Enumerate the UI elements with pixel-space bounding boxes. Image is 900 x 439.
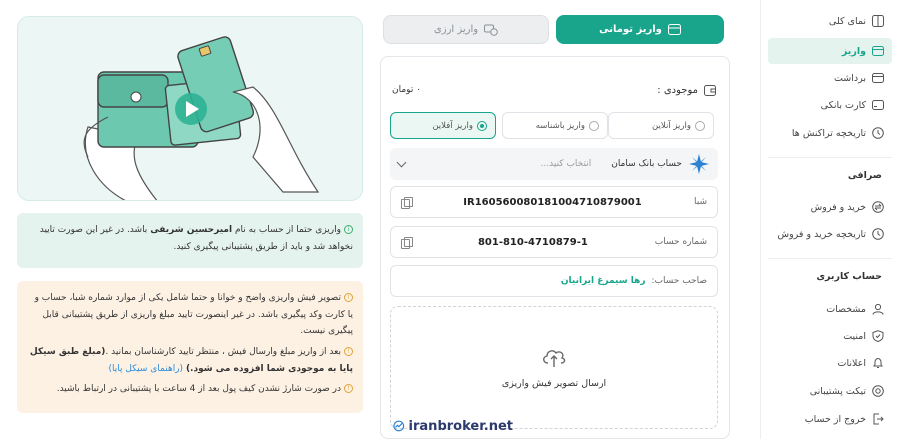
wallet-icon bbox=[704, 84, 716, 96]
sidebar-label: کارت بانکی bbox=[820, 99, 866, 111]
bank-placeholder: انتخاب کنید... bbox=[540, 159, 592, 169]
sidebar-item-withdraw[interactable]: برداشت bbox=[768, 65, 892, 91]
guideline-3: !در صورت شارژ نشدن کیف پول بعد از 4 ساعت… bbox=[27, 381, 353, 398]
sidebar-label: خرید و فروش bbox=[810, 201, 866, 213]
guideline-1: !تصویر فیش واریزی واضح و خوانا و حتما شا… bbox=[27, 290, 353, 340]
account-owner-notice: iواریزی حتما از حساب به نام امیرحسین شری… bbox=[17, 213, 363, 268]
balance-row: موجودی : ۰ تومان bbox=[392, 82, 716, 98]
sidebar-label: خروج از حساب bbox=[804, 413, 866, 425]
tab-crypto-label: واریز ارزی bbox=[433, 24, 479, 35]
guideline-3-text: در صورت شارژ نشدن کیف پول بعد از 4 ساعت … bbox=[56, 384, 341, 395]
sidebar-item-trade-history[interactable]: تاریخچه خرید و فروش bbox=[768, 221, 892, 247]
sidebar-label: تاریخچه تراکنش ها bbox=[791, 127, 866, 139]
account-value: 801-810-4710879-1 bbox=[477, 236, 588, 248]
method-id-label: واریز باشناسه bbox=[535, 120, 585, 131]
bank-card-icon bbox=[872, 100, 884, 110]
bank-select[interactable]: حساب بانک سامان انتخاب کنید... bbox=[390, 148, 718, 180]
method-online[interactable]: واریز آنلاین bbox=[608, 112, 714, 139]
sidebar-label: واریز bbox=[841, 45, 866, 57]
method-id-deposit[interactable]: واریز باشناسه bbox=[502, 112, 608, 139]
copy-icon[interactable] bbox=[401, 196, 414, 209]
notice-name: امیرحسین شریفی bbox=[150, 225, 233, 235]
radio-online[interactable] bbox=[695, 120, 705, 131]
balance-label: موجودی : bbox=[657, 84, 698, 96]
sheba-value: IR160560080181004710879001 bbox=[463, 196, 642, 208]
receipt-upload[interactable]: ارسال تصویر فیش واریزی bbox=[390, 306, 718, 429]
brand-watermark: iranbroker.net bbox=[393, 415, 513, 437]
sidebar-label: تاریخچه خرید و فروش bbox=[777, 228, 867, 240]
guideline-2-text: بعد از واریز مبلغ وارسال فیش ، منتظر تای… bbox=[105, 346, 341, 357]
tab-crypto-deposit[interactable]: واریز ارزی bbox=[383, 15, 549, 44]
sidebar-item-transactions[interactable]: تاریخچه تراکنش ها bbox=[768, 120, 892, 146]
guideline-2: !بعد از واریز مبلغ وارسال فیش ، منتظر تا… bbox=[27, 344, 353, 377]
sheba-label: شبا bbox=[694, 197, 707, 207]
logout-icon bbox=[873, 413, 884, 425]
exchange-icon bbox=[484, 24, 498, 36]
balance-value: ۰ تومان bbox=[392, 85, 422, 95]
sidebar-label: تیکت پشتیبانی bbox=[809, 385, 866, 397]
card-icon bbox=[872, 46, 884, 56]
account-owner-field: صاحب حساب: رها سیمرغ ایرانیان bbox=[390, 265, 718, 297]
account-number-field: شماره حساب 801-810-4710879-1 bbox=[390, 226, 718, 258]
sidebar-section-exchange: صرافی bbox=[847, 170, 882, 181]
support-icon bbox=[872, 385, 884, 397]
sidebar-label: اعلانات bbox=[837, 357, 866, 369]
saman-bank-logo-icon bbox=[689, 154, 709, 174]
copy-icon[interactable] bbox=[401, 236, 413, 249]
info-icon: ! bbox=[344, 384, 353, 394]
tab-toman-deposit[interactable]: واریز تومانی bbox=[556, 15, 724, 44]
sidebar-item-deposit[interactable]: واریز bbox=[768, 38, 892, 64]
sidebar-label: مشخصات bbox=[826, 303, 866, 315]
sidebar-item-logout[interactable]: خروج از حساب bbox=[768, 406, 892, 432]
sidebar-label: برداشت bbox=[833, 72, 866, 84]
sidebar-divider bbox=[768, 258, 892, 259]
sidebar-item-trade[interactable]: خرید و فروش bbox=[768, 194, 892, 220]
method-online-label: واریز آنلاین bbox=[652, 120, 691, 131]
sidebar-label: امنیت bbox=[843, 330, 866, 342]
brand-text: iranbroker.net bbox=[408, 418, 513, 434]
owner-label: صاحب حساب: bbox=[651, 276, 708, 286]
bank-name: حساب بانک سامان bbox=[611, 159, 682, 169]
method-offline-label: واریز آفلاین bbox=[432, 120, 473, 131]
owner-value: رها سیمرغ ایرانیان bbox=[560, 276, 646, 286]
tab-toman-label: واریز تومانی bbox=[599, 24, 662, 35]
tutorial-video[interactable] bbox=[17, 16, 363, 201]
sidebar-divider bbox=[768, 157, 892, 158]
sidebar: نمای کلی واریز برداشت کارت بانکی تاریخچه… bbox=[760, 0, 900, 439]
trade-icon bbox=[872, 201, 884, 213]
card-icon bbox=[667, 24, 681, 35]
sidebar-item-bank-card[interactable]: کارت بانکی bbox=[768, 92, 892, 118]
sidebar-item-notifications[interactable]: اعلانات bbox=[768, 350, 892, 376]
info-icon: ! bbox=[344, 346, 353, 356]
sidebar-item-security[interactable]: امنیت bbox=[768, 323, 892, 349]
brand-logo-icon bbox=[393, 420, 405, 432]
radio-offline[interactable] bbox=[477, 120, 487, 131]
cloud-upload-icon bbox=[543, 350, 566, 367]
upload-label: ارسال تصویر فیش واریزی bbox=[501, 378, 607, 389]
paya-cycle-link[interactable]: (راهنمای سیکل پایا) bbox=[108, 364, 185, 374]
user-icon bbox=[872, 303, 884, 315]
history-icon bbox=[872, 228, 884, 240]
guideline-1-text: تصویر فیش واریزی واضح و خوانا و حتما شام… bbox=[34, 293, 353, 337]
sidebar-item-overview[interactable]: نمای کلی bbox=[768, 8, 892, 34]
radio-id-deposit[interactable] bbox=[589, 120, 599, 131]
dashboard-icon bbox=[872, 15, 884, 27]
withdraw-icon bbox=[872, 73, 884, 83]
history-icon bbox=[872, 127, 884, 139]
bell-icon bbox=[873, 357, 883, 368]
sidebar-label: نمای کلی bbox=[828, 15, 866, 27]
shield-icon bbox=[872, 330, 884, 342]
account-label: شماره حساب bbox=[654, 237, 707, 247]
sidebar-section-account: حساب کاربری bbox=[816, 271, 882, 282]
wallet-illustration bbox=[83, 36, 320, 200]
sheba-field: شبا IR160560080181004710879001 bbox=[390, 186, 718, 218]
sidebar-item-support[interactable]: تیکت پشتیبانی bbox=[768, 378, 892, 404]
receipt-guidelines: !تصویر فیش واریزی واضح و خوانا و حتما شا… bbox=[17, 281, 363, 413]
info-icon: i bbox=[344, 225, 353, 234]
method-offline[interactable]: واریز آفلاین bbox=[390, 112, 496, 139]
sidebar-item-profile[interactable]: مشخصات bbox=[768, 296, 892, 322]
chevron-down-icon bbox=[396, 157, 407, 167]
info-icon: ! bbox=[344, 293, 353, 302]
notice-text: واریزی حتما از حساب به نام bbox=[232, 225, 341, 235]
